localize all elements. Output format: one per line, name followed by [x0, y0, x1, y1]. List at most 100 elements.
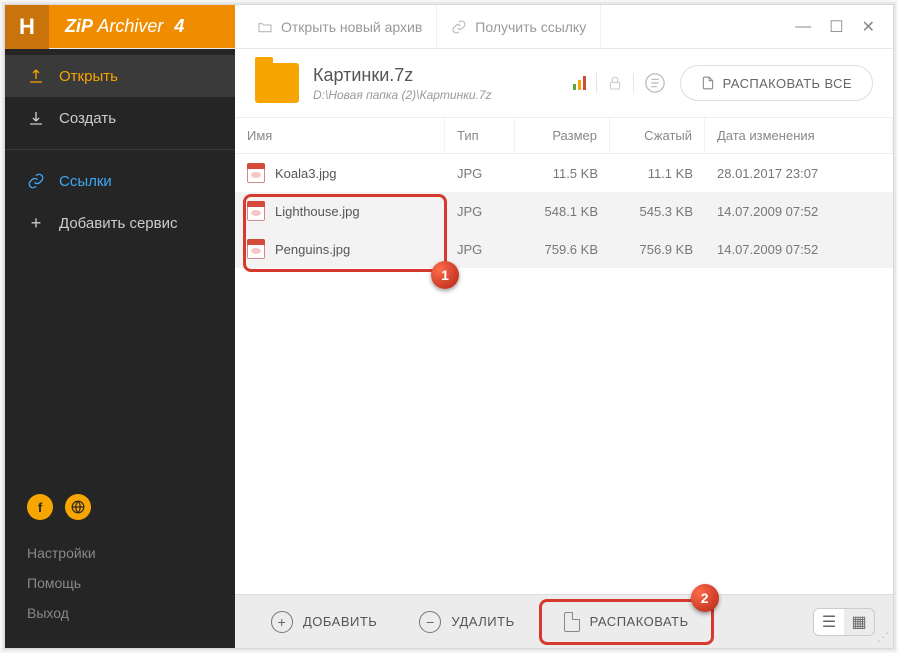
- plus-circle-icon: +: [271, 611, 293, 633]
- delete-button[interactable]: − УДАЛИТЬ: [401, 603, 532, 641]
- sidebar-add-service-label: Добавить сервис: [59, 215, 178, 232]
- logo: H ZiP Archiver 4: [5, 5, 235, 48]
- folder-icon: [255, 63, 299, 103]
- stats-icon[interactable]: [573, 76, 586, 90]
- get-link-button[interactable]: Получить ссылку: [437, 5, 601, 48]
- sidebar-open-label: Открыть: [59, 68, 118, 85]
- table-row[interactable]: Koala3.jpg JPG11.5 KB11.1 KB28.01.2017 23…: [235, 154, 893, 192]
- col-name[interactable]: Имя: [235, 118, 445, 153]
- divider: [633, 73, 634, 93]
- delete-label: УДАЛИТЬ: [451, 614, 514, 629]
- sidebar-links[interactable]: Ссылки: [5, 160, 235, 202]
- unpack-all-label: РАСПАКОВАТЬ ВСЕ: [723, 76, 852, 91]
- open-new-archive-label: Открыть новый архив: [281, 19, 422, 35]
- upload-icon: [27, 67, 45, 85]
- social-links: f: [27, 494, 213, 520]
- body: Открыть Создать Ссылки + Добавить сервис…: [5, 49, 893, 648]
- archive-info: Картинки.7z D:\Новая папка (2)\Картинки.…: [313, 65, 559, 102]
- cell-name: Koala3.jpg: [235, 163, 445, 183]
- col-packed[interactable]: Сжатый: [610, 118, 705, 153]
- sidebar-create[interactable]: Создать: [5, 97, 235, 139]
- app-window: H ZiP Archiver 4 Открыть новый архив Пол…: [4, 4, 894, 649]
- divider: [596, 73, 597, 93]
- cell-packed: 756.9 KB: [610, 242, 705, 257]
- archive-title: Картинки.7z: [313, 65, 559, 86]
- file-name: Penguins.jpg: [275, 242, 350, 257]
- logo-version: 4: [174, 16, 184, 36]
- sidebar-add-service[interactable]: + Добавить сервис: [5, 202, 235, 244]
- table-header: Имя Тип Размер Сжатый Дата изменения: [235, 118, 893, 154]
- unpack-label: РАСПАКОВАТЬ: [590, 614, 689, 629]
- add-button[interactable]: + ДОБАВИТЬ: [253, 603, 395, 641]
- sidebar-open[interactable]: Открыть: [5, 55, 235, 97]
- sidebar-settings[interactable]: Настройки: [27, 538, 213, 568]
- document-icon: [564, 612, 580, 632]
- minus-circle-icon: −: [419, 611, 441, 633]
- cell-name: Lighthouse.jpg: [235, 201, 445, 221]
- table-body: Koala3.jpgJPG11.5 KB11.1 KB28.01.2017 23…: [235, 154, 893, 594]
- view-list-button[interactable]: ☰: [814, 609, 844, 635]
- cell-size: 11.5 KB: [515, 166, 610, 181]
- file-name: Koala3.jpg: [275, 166, 336, 181]
- link-icon: [27, 172, 45, 190]
- minimize-button[interactable]: —: [795, 18, 811, 36]
- table-row[interactable]: Penguins.jpgJPG759.6 KB756.9 KB14.07.200…: [235, 230, 893, 268]
- view-grid-button[interactable]: ▦: [844, 609, 874, 635]
- col-size[interactable]: Размер: [515, 118, 610, 153]
- sidebar-bottom: f Настройки Помощь Выход: [5, 480, 235, 648]
- jpg-file-icon: [247, 201, 265, 221]
- titlebar-actions: Открыть новый архив Получить ссылку: [235, 5, 777, 48]
- cell-packed: 11.1 KB: [610, 166, 705, 181]
- facebook-icon[interactable]: f: [27, 494, 53, 520]
- logo-thin: Archiver: [97, 16, 163, 36]
- link-icon: [451, 19, 467, 35]
- cell-size: 759.6 KB: [515, 242, 610, 257]
- add-label: ДОБАВИТЬ: [303, 614, 377, 629]
- titlebar: H ZiP Archiver 4 Открыть новый архив Пол…: [5, 5, 893, 49]
- cell-type: JPG: [445, 166, 515, 181]
- sidebar: Открыть Создать Ссылки + Добавить сервис…: [5, 49, 235, 648]
- close-button[interactable]: ✕: [862, 17, 875, 37]
- col-type[interactable]: Тип: [445, 118, 515, 153]
- globe-icon[interactable]: [65, 494, 91, 520]
- document-icon: [701, 75, 715, 91]
- file-name: Lighthouse.jpg: [275, 204, 360, 219]
- download-icon: [27, 109, 45, 127]
- annotation-selection-2: РАСПАКОВАТЬ 2: [539, 599, 714, 645]
- cell-date: 14.07.2009 07:52: [705, 204, 893, 219]
- bottombar: + ДОБАВИТЬ − УДАЛИТЬ РАСПАКОВАТЬ 2 ☰ ▦: [235, 594, 893, 648]
- resize-grip-icon[interactable]: ⋰: [877, 630, 889, 644]
- jpg-file-icon: [247, 163, 265, 183]
- sidebar-help[interactable]: Помощь: [27, 568, 213, 598]
- table-row[interactable]: Lighthouse.jpg JPG548.1 KB545.3 KB14.07.2…: [235, 192, 893, 230]
- cell-name: Penguins.jpg: [235, 239, 445, 259]
- open-new-archive-button[interactable]: Открыть новый архив: [243, 5, 437, 48]
- info-icon[interactable]: [644, 72, 666, 94]
- header-icons: [573, 72, 666, 94]
- cell-date: 28.01.2017 23:07: [705, 166, 893, 181]
- plus-icon: +: [27, 214, 45, 232]
- cell-size: 548.1 KB: [515, 204, 610, 219]
- archive-path: D:\Новая папка (2)\Картинки.7z: [313, 88, 559, 102]
- logo-brand: ZiP: [65, 16, 92, 36]
- col-date[interactable]: Дата изменения: [705, 118, 893, 153]
- folder-open-icon: [257, 19, 273, 35]
- sidebar-exit[interactable]: Выход: [27, 598, 213, 628]
- logo-h-icon: H: [5, 5, 49, 49]
- cell-type: JPG: [445, 242, 515, 257]
- unpack-all-button[interactable]: РАСПАКОВАТЬ ВСЕ: [680, 65, 873, 101]
- sidebar-create-label: Создать: [59, 110, 116, 127]
- logo-text: ZiP Archiver 4: [65, 16, 184, 37]
- unpack-button[interactable]: РАСПАКОВАТЬ: [546, 604, 707, 640]
- maximize-button[interactable]: ☐: [829, 17, 843, 37]
- cell-type: JPG: [445, 204, 515, 219]
- window-controls: — ☐ ✕: [777, 5, 893, 48]
- view-toggle: ☰ ▦: [813, 608, 875, 636]
- cell-packed: 545.3 KB: [610, 204, 705, 219]
- archive-header: Картинки.7z D:\Новая папка (2)\Картинки.…: [235, 49, 893, 118]
- lock-icon[interactable]: [607, 75, 623, 91]
- get-link-label: Получить ссылку: [475, 19, 586, 35]
- jpg-file-icon: [247, 239, 265, 259]
- divider: [5, 149, 235, 150]
- sidebar-links-label: Ссылки: [59, 173, 112, 190]
